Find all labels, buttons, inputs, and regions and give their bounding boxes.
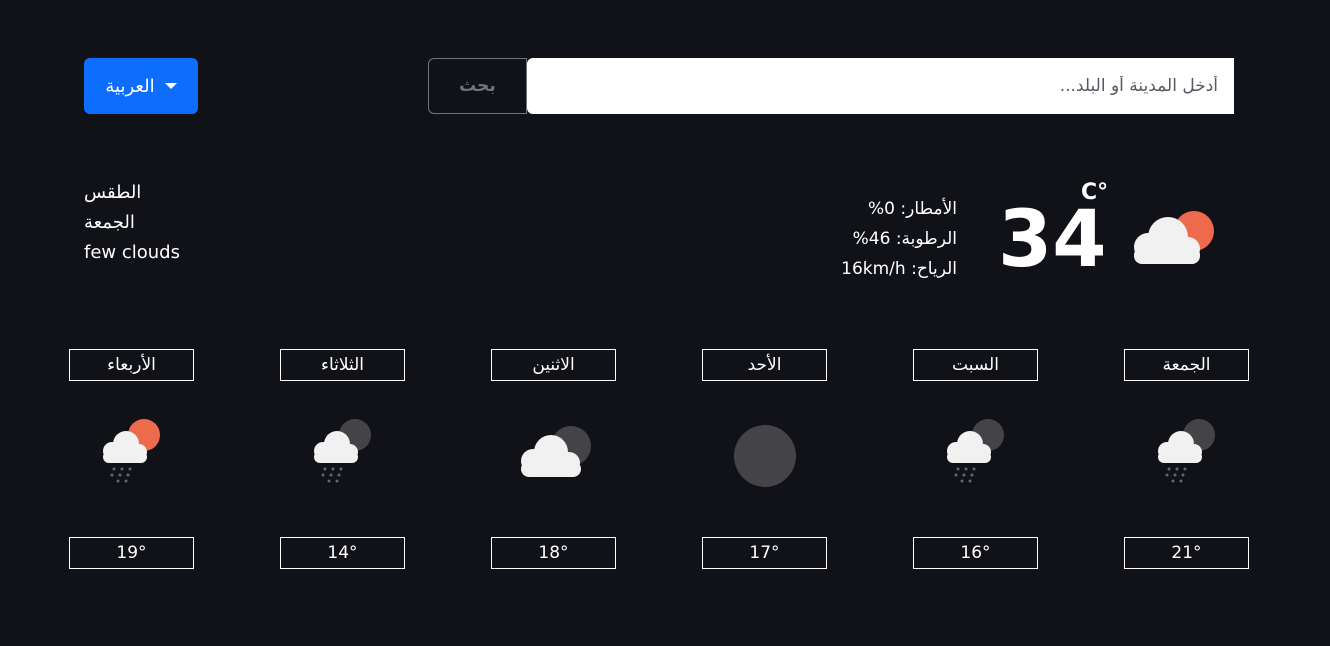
forecast-day: الأربعاء 19° xyxy=(69,349,194,569)
forecast-temperature: 19° xyxy=(69,537,194,569)
forecast-day: السبت 16° xyxy=(913,349,1038,569)
sun-behind-cloud-icon xyxy=(1126,205,1218,275)
forecast-day: الأحد 17° xyxy=(702,349,827,569)
current-day: الجمعة xyxy=(84,212,135,233)
forecast-temperature: 18° xyxy=(491,537,616,569)
night-cloud-rain-icon xyxy=(913,411,1038,501)
night-cloud-rain-icon xyxy=(1124,411,1249,501)
forecast-temperature: 14° xyxy=(280,537,405,569)
weather-app: العربية بحث الطقس الجمعة few clouds الأم… xyxy=(0,0,1330,646)
humidity-stat: الرطوبة: 46% xyxy=(852,229,957,249)
weather-stats: الأمطار: 0% الرطوبة: 46% الرياح: 16km/h xyxy=(841,194,957,284)
forecast-day-label: الجمعة xyxy=(1124,349,1249,381)
clear-night-icon xyxy=(702,411,827,501)
forecast-temperature: 16° xyxy=(913,537,1038,569)
precipitation-stat: الأمطار: 0% xyxy=(868,199,957,219)
language-dropdown-button[interactable]: العربية xyxy=(84,58,198,114)
forecast-day: الاثنين 18° xyxy=(491,349,616,569)
wind-stat: الرياح: 16km/h xyxy=(841,259,957,279)
forecast-day-label: السبت xyxy=(913,349,1038,381)
search-input[interactable] xyxy=(527,58,1234,114)
night-cloud-rain-icon xyxy=(280,411,405,501)
forecast-day-label: الاثنين xyxy=(491,349,616,381)
current-temperature: 34 xyxy=(998,195,1107,285)
forecast-day-label: الأربعاء xyxy=(69,349,194,381)
forecast-day: الجمعة 21° xyxy=(1124,349,1249,569)
night-cloud-icon xyxy=(491,411,616,501)
temperature-unit: C° xyxy=(1081,180,1109,205)
language-label: العربية xyxy=(105,75,155,97)
forecast-day-label: الأحد xyxy=(702,349,827,381)
search-button[interactable]: بحث xyxy=(428,58,527,114)
sun-cloud-rain-icon xyxy=(69,411,194,501)
weather-summary: الطقس الجمعة few clouds xyxy=(84,178,180,268)
forecast-day-label: الثلاثاء xyxy=(280,349,405,381)
forecast-temperature: 17° xyxy=(702,537,827,569)
forecast-temperature: 21° xyxy=(1124,537,1249,569)
forecast-day: الثلاثاء 14° xyxy=(280,349,405,569)
caret-down-icon xyxy=(164,83,177,89)
weather-description: few clouds xyxy=(84,242,180,263)
weather-title: الطقس xyxy=(84,182,142,203)
